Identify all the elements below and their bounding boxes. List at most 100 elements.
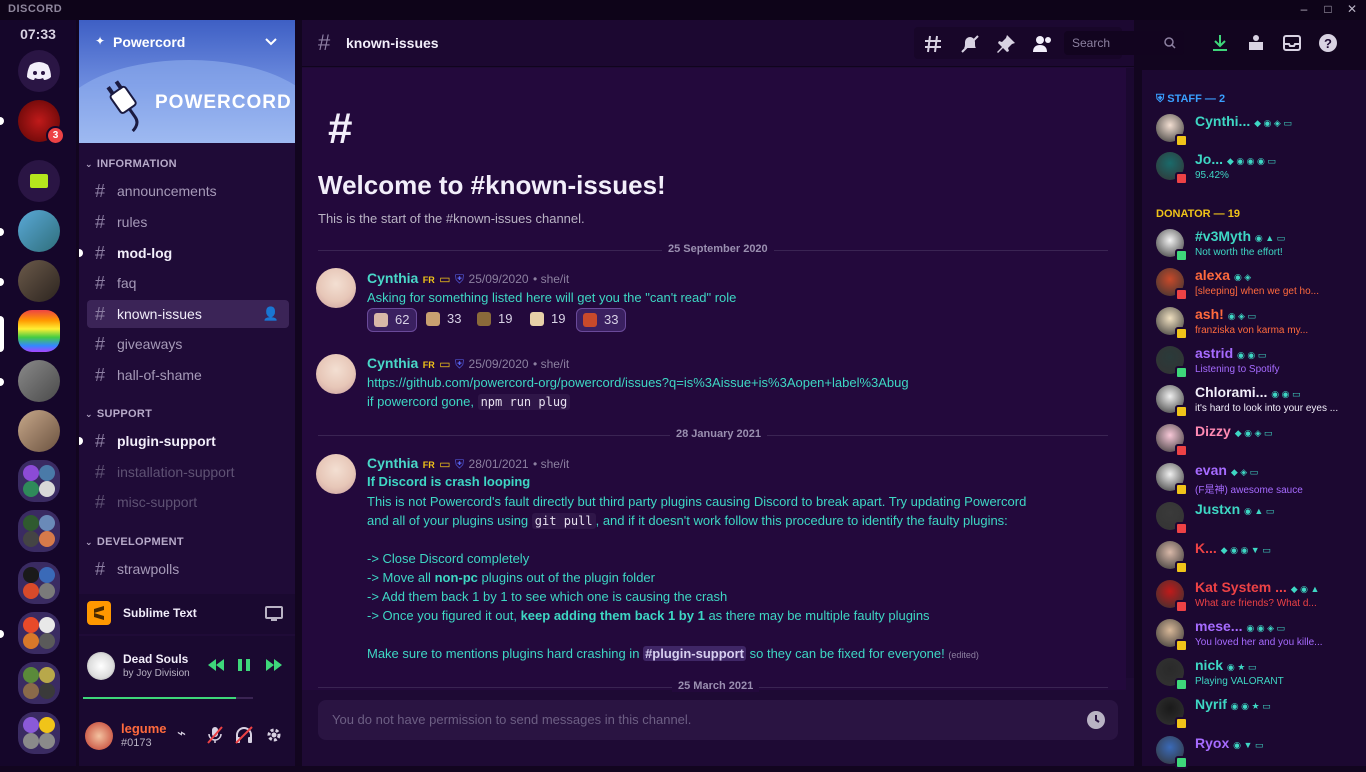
member-item[interactable]: Dizzy ◆ ◉ ◈ ▭ bbox=[1142, 420, 1366, 460]
channel-plugin-support[interactable]: # plugin-support bbox=[79, 427, 289, 455]
reaction[interactable]: 62 bbox=[367, 308, 417, 332]
screen-share-icon[interactable] bbox=[265, 605, 283, 623]
status-indicator bbox=[1175, 327, 1188, 340]
server-folder[interactable] bbox=[18, 712, 60, 754]
member-name: mese... ◉ ◉ ◈ ▭ bbox=[1195, 618, 1286, 634]
member-item[interactable]: ash! ◉ ◈ ▭ franziska von karma my... bbox=[1142, 303, 1366, 343]
mentions-inbox-icon[interactable] bbox=[1282, 33, 1302, 53]
member-status-text: (F是神) awesome sauce bbox=[1195, 485, 1303, 496]
channel-giveaways[interactable]: # giveaways bbox=[87, 330, 289, 358]
hashtag-icon: # bbox=[95, 334, 106, 354]
user-avatar[interactable] bbox=[85, 722, 113, 750]
member-item[interactable]: Chlorami... ◉ ◉ ▭ it's hard to look into … bbox=[1142, 381, 1366, 421]
scrollbar[interactable] bbox=[1126, 68, 1134, 678]
server-icon[interactable] bbox=[18, 410, 60, 452]
message-author[interactable]: Cynthia bbox=[367, 270, 418, 286]
mute-microphone-icon[interactable] bbox=[207, 726, 223, 744]
message-heading: If Discord is crash looping bbox=[367, 474, 531, 489]
server-folder[interactable] bbox=[18, 612, 60, 654]
member-item[interactable]: alexa ◉ ◈ [sleeping] when we get ho... bbox=[1142, 264, 1366, 304]
member-item[interactable]: evan ◆ ◈ ▭ (F是神) awesome sauce bbox=[1142, 459, 1366, 499]
inbox-icon[interactable] bbox=[1246, 33, 1266, 53]
channel-faq[interactable]: # faq bbox=[87, 269, 289, 297]
channel-mention[interactable]: #plugin-support bbox=[643, 646, 746, 661]
maximize-button[interactable]: □ bbox=[1316, 0, 1340, 20]
reaction[interactable]: 19 bbox=[471, 308, 513, 330]
pin-icon[interactable] bbox=[996, 34, 1016, 54]
powercord-server-icon[interactable] bbox=[18, 310, 60, 352]
pause-icon[interactable] bbox=[237, 658, 251, 672]
members-icon[interactable] bbox=[1032, 34, 1054, 54]
channel-rules[interactable]: # rules bbox=[87, 208, 289, 236]
message-avatar[interactable] bbox=[316, 454, 356, 494]
track-progress[interactable] bbox=[83, 697, 253, 699]
channel-category[interactable]: ⌄ DEVELOPMENT bbox=[85, 536, 184, 548]
guild-banner[interactable]: ✦ Powercord POWERCORD bbox=[79, 20, 295, 143]
channel-misc-support[interactable]: # misc-support bbox=[87, 488, 289, 516]
server-icon[interactable] bbox=[18, 260, 60, 302]
threads-icon[interactable] bbox=[924, 34, 944, 54]
server-icon[interactable] bbox=[18, 360, 60, 402]
member-item[interactable]: K... ◆ ◉ ◉ ▼ ▭ bbox=[1142, 537, 1366, 577]
message-avatar[interactable] bbox=[316, 354, 356, 394]
chevron-down-icon[interactable] bbox=[265, 37, 277, 47]
message-author[interactable]: Cynthia bbox=[367, 355, 418, 371]
add-member-icon[interactable]: 👤 bbox=[263, 300, 279, 328]
folder-icon[interactable] bbox=[18, 160, 60, 202]
member-name: nick ◉ ★ ▭ bbox=[1195, 657, 1257, 673]
member-item[interactable]: Cynthi... ◆ ◉ ◈ ▭ bbox=[1142, 110, 1366, 150]
channel-hall-of-shame[interactable]: # hall-of-shame bbox=[87, 361, 289, 389]
unread-indicator bbox=[79, 249, 83, 257]
close-button[interactable]: ✕ bbox=[1340, 0, 1364, 20]
reaction[interactable]: 33 bbox=[576, 308, 626, 332]
member-item[interactable]: Jo... ◆ ◉ ◉ ◉ ▭ 95.42% bbox=[1142, 148, 1366, 188]
server-folder[interactable] bbox=[18, 460, 60, 502]
channel-category[interactable]: ⌄ INFORMATION bbox=[85, 158, 177, 170]
server-icon[interactable] bbox=[18, 210, 60, 252]
search-input[interactable]: Search bbox=[1072, 36, 1110, 50]
member-item[interactable]: Nyrif ◉ ◉ ★ ▭ bbox=[1142, 693, 1366, 733]
notification-mute-icon[interactable] bbox=[960, 34, 980, 54]
member-item[interactable]: mese... ◉ ◉ ◈ ▭ You loved her and you kil… bbox=[1142, 615, 1366, 655]
channel-known-issues[interactable]: # known-issues 👤 bbox=[87, 300, 289, 328]
reaction[interactable]: 19 bbox=[524, 308, 566, 330]
message-author[interactable]: Cynthia bbox=[367, 455, 418, 471]
member-name: Nyrif ◉ ◉ ★ ▭ bbox=[1195, 696, 1271, 712]
member-item[interactable]: Ryox ◉ ▼ ▭ bbox=[1142, 732, 1366, 772]
minimize-button[interactable]: – bbox=[1292, 0, 1316, 20]
member-item[interactable]: #v3Myth ◉ ▲ ▭ Not worth the effort! bbox=[1142, 225, 1366, 265]
member-item[interactable]: Kat System ... ◆ ◉ ▲ What are friends? Wh… bbox=[1142, 576, 1366, 616]
server-folder[interactable] bbox=[18, 662, 60, 704]
title-bar: DISCORD – □ ✕ bbox=[0, 0, 1366, 20]
deafen-icon[interactable] bbox=[235, 726, 253, 744]
member-item[interactable]: Justxn ◉ ▲ ▭ bbox=[1142, 498, 1366, 538]
svg-text:?: ? bbox=[1324, 36, 1332, 51]
date-divider-label: 25 September 2020 bbox=[662, 243, 774, 255]
home-button[interactable] bbox=[18, 50, 60, 92]
member-item[interactable]: nick ◉ ★ ▭ Playing VALORANT bbox=[1142, 654, 1366, 694]
channel-announcements[interactable]: # announcements bbox=[87, 177, 289, 205]
message-avatar[interactable] bbox=[316, 268, 356, 308]
channel-category[interactable]: ⌄ SUPPORT bbox=[85, 408, 152, 420]
dnd-notification-icon[interactable]: ⌁ bbox=[177, 724, 186, 742]
flag-tag: FR bbox=[422, 360, 435, 370]
previous-track-icon[interactable] bbox=[207, 658, 225, 672]
flag-tag: FR bbox=[422, 275, 435, 285]
download-icon[interactable] bbox=[1210, 33, 1230, 53]
channel-installation-support[interactable]: # installation-support bbox=[87, 458, 289, 486]
channel-mod-log[interactable]: # mod-log bbox=[79, 239, 289, 267]
search-box[interactable]: Search bbox=[1064, 31, 1184, 55]
server-folder[interactable] bbox=[18, 562, 60, 604]
channel-strawpolls[interactable]: # strawpolls bbox=[87, 555, 289, 583]
next-track-icon[interactable] bbox=[265, 658, 283, 672]
status-indicator bbox=[1175, 134, 1188, 147]
server-folder[interactable] bbox=[18, 510, 60, 552]
help-icon[interactable]: ? bbox=[1318, 33, 1338, 53]
member-item[interactable]: astrid ◉ ◉ ▭ Listening to Spotify bbox=[1142, 342, 1366, 382]
reaction[interactable]: 33 bbox=[420, 308, 462, 330]
message-link[interactable]: https://github.com/powercord-org/powerco… bbox=[367, 375, 909, 390]
message-composer[interactable]: You do not have permission to send messa… bbox=[318, 700, 1118, 740]
member-status-text: What are friends? What d... bbox=[1195, 598, 1317, 609]
unread-indicator bbox=[0, 117, 4, 125]
settings-icon[interactable] bbox=[265, 726, 283, 744]
